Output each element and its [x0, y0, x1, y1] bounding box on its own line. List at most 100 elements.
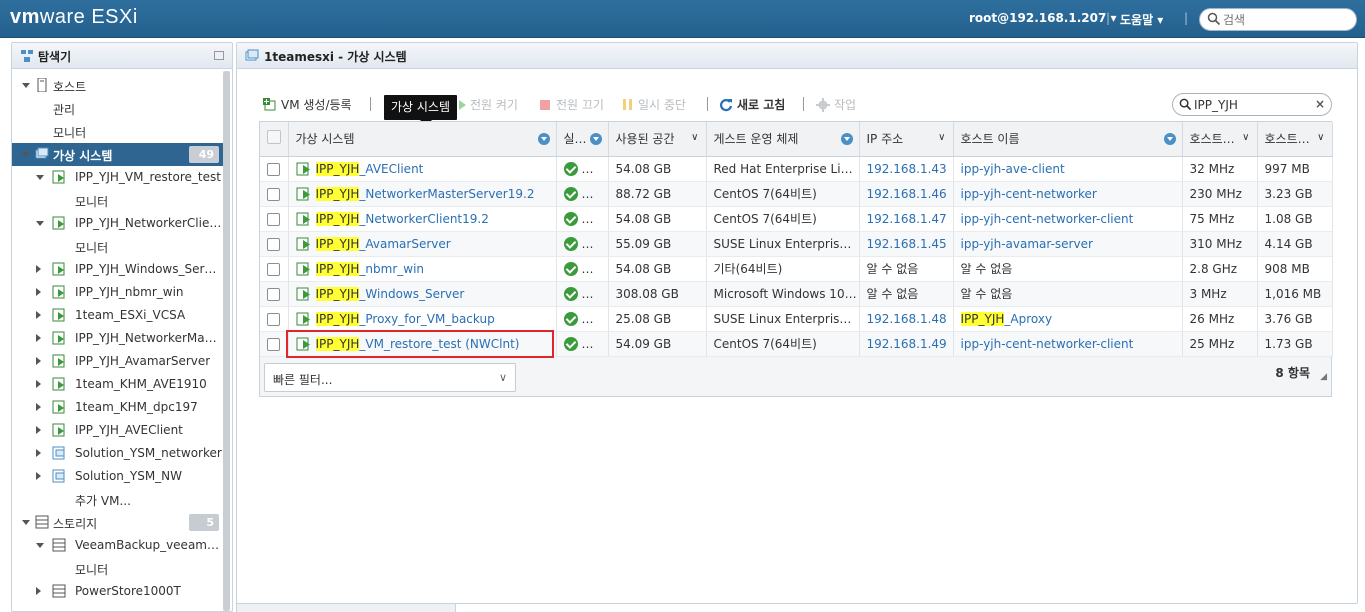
ip-cell[interactable]: 192.168.1.48	[859, 306, 954, 332]
suspend-button[interactable]: 일시 중단	[623, 96, 686, 113]
nav-item[interactable]: 모니터	[12, 120, 224, 143]
row-select-cell[interactable]	[260, 181, 289, 207]
vm-name-cell[interactable]: IPP_YJH_AvamarServer	[288, 231, 557, 257]
row-select-cell[interactable]	[260, 206, 289, 232]
nav-item[interactable]: Solution_YSM_NW	[12, 465, 224, 488]
row-select-cell[interactable]	[260, 256, 289, 282]
row-checkbox[interactable]	[267, 262, 280, 276]
caret-right-icon[interactable]	[36, 472, 41, 480]
row-checkbox[interactable]	[267, 237, 280, 251]
caret-right-icon[interactable]	[36, 403, 41, 411]
table-row[interactable]: IPP_YJH_Windows_Server … 308.08 GB Microsof…	[260, 281, 1333, 307]
nav-item[interactable]: PowerStore1000T	[12, 580, 224, 603]
hostname-cell[interactable]: IPP_YJH_Aproxy	[953, 306, 1183, 332]
resize-handle-icon[interactable]: ◢	[1320, 372, 1327, 382]
caret-right-icon[interactable]	[36, 426, 41, 434]
vm-name-link[interactable]: IPP_YJH_nbmr_win	[315, 261, 424, 276]
nav-item[interactable]: IPP_YJH_Windows_Server	[12, 258, 224, 281]
navigator-scrollbar[interactable]	[223, 71, 230, 611]
vm-name-link[interactable]: IPP_YJH_AVEClient	[315, 161, 423, 176]
nav-item[interactable]: 스토리지 5	[12, 511, 224, 534]
nav-item[interactable]: 추가 VM...	[12, 488, 224, 511]
hostname-cell[interactable]: ipp-yjh-cent-networker-client	[953, 206, 1183, 232]
col-os[interactable]: 게스트 운영 체제	[706, 122, 860, 157]
nav-item[interactable]: IPP_YJH_NetworkerClient19.2	[12, 212, 224, 235]
table-row[interactable]: IPP_YJH_NetworkerClient19.2 … 54.08 GB Cent…	[260, 206, 1333, 232]
nav-item[interactable]: 모니터	[12, 557, 224, 580]
ip-cell[interactable]: 192.168.1.47	[859, 206, 954, 232]
row-select-cell[interactable]	[260, 231, 289, 257]
nav-item[interactable]: IPP_YJH_AVEClient	[12, 419, 224, 442]
power-off-button[interactable]: 전원 끄기	[540, 96, 604, 113]
filter-input[interactable]: IPP_YJH	[1194, 98, 1238, 112]
nav-item[interactable]: 1team_KHM_dpc197	[12, 396, 224, 419]
hostname-cell[interactable]: ipp-yjh-ave-client	[953, 156, 1183, 182]
caret-right-icon[interactable]	[36, 357, 41, 365]
ip-cell[interactable]: 192.168.1.46	[859, 181, 954, 207]
vm-name-link[interactable]: IPP_YJH_Windows_Server	[315, 286, 464, 301]
actions-button[interactable]: 작업	[816, 96, 856, 113]
recent-tasks-tab[interactable]	[236, 603, 456, 612]
sort-icon[interactable]	[537, 133, 550, 145]
help-menu[interactable]: 도움말 ▾	[1120, 11, 1163, 28]
chevron-down-icon[interactable]: ∨	[1317, 132, 1324, 143]
sort-icon[interactable]	[840, 133, 853, 145]
row-checkbox[interactable]	[267, 287, 280, 301]
row-checkbox[interactable]	[267, 312, 280, 326]
vm-name-cell[interactable]: IPP_YJH_Windows_Server	[288, 281, 557, 307]
nav-item[interactable]: IPP_YJH_VM_restore_test	[12, 166, 224, 189]
table-row[interactable]: IPP_YJH_nbmr_win… 54.08 GB 기타(64비트) 알 수 없음 알…	[260, 256, 1333, 282]
vm-name-cell[interactable]: IPP_YJH_nbmr_win	[288, 256, 557, 282]
row-checkbox[interactable]	[267, 212, 280, 226]
caret-down-icon[interactable]	[36, 221, 44, 226]
sort-icon[interactable]	[589, 133, 602, 145]
vm-name-cell[interactable]: IPP_YJH_NetworkerClient19.2	[288, 206, 557, 232]
nav-item[interactable]: 호스트	[12, 74, 224, 97]
table-row[interactable]: IPP_YJH_Proxy_for_VM_backup … 25.08 GB SUSE…	[260, 306, 1333, 332]
caret-right-icon[interactable]	[36, 587, 41, 595]
filter-search[interactable]: IPP_YJH ×	[1172, 93, 1332, 116]
ip-cell[interactable]: 192.168.1.49	[859, 331, 954, 357]
row-select-cell[interactable]	[260, 156, 289, 182]
sort-icon[interactable]	[1163, 133, 1176, 145]
nav-item[interactable]: IPP_YJH_nbmr_win	[12, 281, 224, 304]
table-row[interactable]: IPP_YJH_NetworkerMasterServer19.2 … 88.72 …	[260, 181, 1333, 207]
nav-item[interactable]: 관리	[12, 97, 224, 120]
col-space[interactable]: 사용된 공간 ∨	[608, 122, 707, 157]
nav-item[interactable]: VeeamBackup_veeambackup	[12, 534, 224, 557]
caret-down-icon[interactable]	[36, 543, 44, 548]
vm-name-link[interactable]: IPP_YJH_NetworkerClient19.2	[315, 211, 489, 226]
nav-item[interactable]: 1team_KHM_AVE1910	[12, 373, 224, 396]
ip-cell[interactable]: 192.168.1.43	[859, 156, 954, 182]
hostname-cell[interactable]: ipp-yjh-cent-networker-client	[953, 331, 1183, 357]
vm-name-cell[interactable]: IPP_YJH_NetworkerMasterServer19.2	[288, 181, 557, 207]
select-all-checkbox[interactable]	[267, 130, 281, 145]
caret-down-icon[interactable]	[36, 175, 44, 180]
vm-name-link[interactable]: IPP_YJH_AvamarServer	[315, 236, 451, 251]
caret-down-icon[interactable]	[22, 520, 30, 525]
row-select-cell[interactable]	[260, 306, 289, 332]
caret-right-icon[interactable]	[36, 449, 41, 457]
power-on-button[interactable]: 전원 켜기	[459, 96, 518, 113]
chevron-down-icon[interactable]: ∨	[1242, 132, 1249, 143]
nav-item[interactable]: Solution_YSM_networker	[12, 442, 224, 465]
chevron-down-icon[interactable]: ∨	[938, 132, 945, 143]
table-row[interactable]: IPP_YJH_AvamarServer … 55.09 GB SUSE Linux …	[260, 231, 1333, 257]
nav-item[interactable]: 모니터	[12, 235, 224, 258]
chevron-down-icon[interactable]: ∨	[691, 132, 698, 143]
hostname-cell[interactable]: ipp-yjh-cent-networker	[953, 181, 1183, 207]
vm-name-cell[interactable]: IPP_YJH_Proxy_for_VM_backup	[288, 306, 557, 332]
scrollbar-thumb[interactable]	[223, 71, 230, 611]
user-menu[interactable]: root@192.168.1.207 ▾	[969, 11, 1117, 25]
caret-right-icon[interactable]	[36, 311, 41, 319]
caret-right-icon[interactable]	[36, 380, 41, 388]
nav-item[interactable]: 모니터	[12, 189, 224, 212]
row-checkbox[interactable]	[267, 187, 280, 201]
caret-down-icon[interactable]	[22, 152, 30, 157]
col-vm[interactable]: 가상 시스템	[288, 122, 557, 157]
col-ip[interactable]: IP 주소 ∨	[859, 122, 954, 157]
nav-item[interactable]: IPP_YJH_AvamarServer	[12, 350, 224, 373]
col-hostname[interactable]: 호스트 이름	[953, 122, 1183, 157]
caret-right-icon[interactable]	[36, 334, 41, 342]
vm-name-link[interactable]: IPP_YJH_Proxy_for_VM_backup	[315, 311, 495, 326]
